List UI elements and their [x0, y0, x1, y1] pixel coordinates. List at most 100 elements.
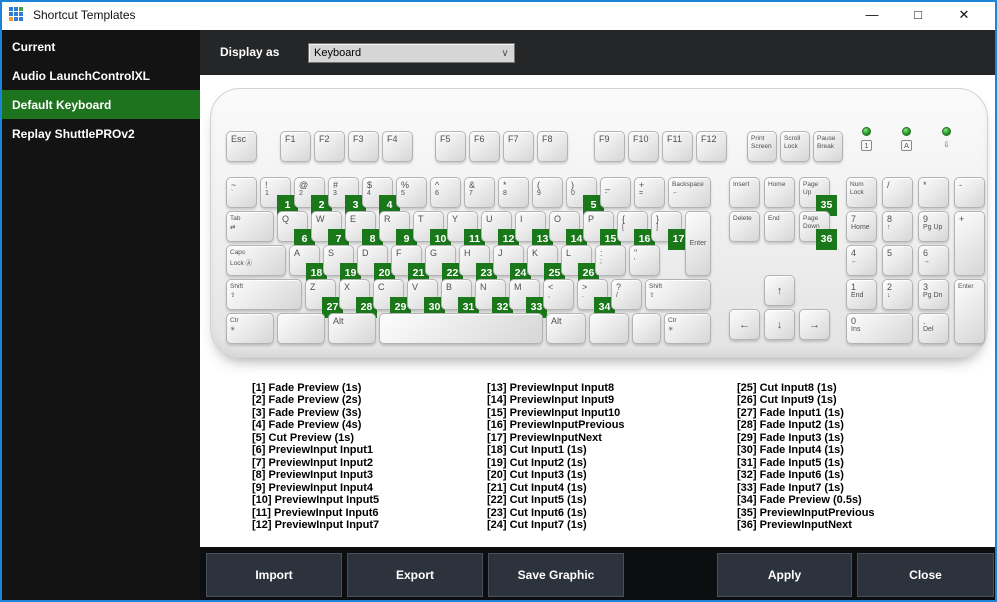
- key-win-right[interactable]: [589, 313, 629, 344]
- key-comma[interactable]: <,: [543, 279, 574, 310]
- key-u[interactable]: U 12: [481, 211, 519, 250]
- key-s[interactable]: S 19: [323, 245, 361, 284]
- key-slash[interactable]: ? /: [611, 279, 642, 310]
- key-e[interactable]: E8: [345, 211, 383, 250]
- key-o[interactable]: O 14: [549, 211, 587, 250]
- key-shift-left[interactable]: Shift ⇧: [226, 279, 302, 310]
- key-end[interactable]: End: [764, 211, 795, 242]
- close-button[interactable]: Close: [857, 553, 994, 597]
- maximize-button[interactable]: □: [895, 0, 941, 30]
- key-np-6[interactable]: 6 →: [918, 245, 949, 276]
- key-np-8[interactable]: 8 ↑: [882, 211, 913, 242]
- key-x[interactable]: X 28: [339, 279, 377, 318]
- key-semicolon[interactable]: :;: [595, 245, 626, 276]
- key-shift-right[interactable]: Shift ⇧: [645, 279, 711, 310]
- key-f8[interactable]: F8: [537, 131, 568, 162]
- close-button[interactable]: ✕: [941, 0, 987, 30]
- key-7[interactable]: & 7: [464, 177, 495, 208]
- key-v[interactable]: V 30: [407, 279, 445, 318]
- key-f5[interactable]: F5: [435, 131, 466, 162]
- key-y[interactable]: Y 11: [447, 211, 485, 250]
- key-np-2[interactable]: 2 ↓: [882, 279, 913, 310]
- key-backspace[interactable]: Backspace ←: [668, 177, 711, 208]
- key-r[interactable]: R9: [379, 211, 417, 250]
- key-num-lock[interactable]: Num Lock: [846, 177, 877, 208]
- key-space[interactable]: [379, 313, 543, 344]
- key-5[interactable]: % 5: [396, 177, 427, 208]
- key-4[interactable]: $4 4: [362, 177, 400, 216]
- key-scroll-lock[interactable]: Scroll Lock: [780, 131, 810, 162]
- export-button[interactable]: Export: [347, 553, 483, 597]
- sidebar-item-default-keyboard[interactable]: Default Keyboard: [0, 90, 200, 119]
- key-print-screen[interactable]: Print Screen: [747, 131, 777, 162]
- key-ctrl-right[interactable]: Ctr ✳: [664, 313, 711, 344]
- key-f11[interactable]: F11: [662, 131, 693, 162]
- key-tab[interactable]: Tab ⇄: [226, 211, 274, 242]
- import-button[interactable]: Import: [206, 553, 342, 597]
- key-k[interactable]: K 25: [527, 245, 565, 284]
- key-f4[interactable]: F4: [382, 131, 413, 162]
- key-2[interactable]: @2 2: [294, 177, 332, 216]
- key-8[interactable]: * 8: [498, 177, 529, 208]
- key-page-up[interactable]: Page Up 35: [799, 177, 837, 216]
- key-np-9[interactable]: 9 Pg Up: [918, 211, 949, 242]
- display-as-dropdown[interactable]: Keyboard ∨: [308, 43, 515, 63]
- key-esc[interactable]: Esc: [226, 131, 257, 162]
- key-n[interactable]: N 32: [475, 279, 513, 318]
- key-9[interactable]: (9: [532, 177, 563, 208]
- sidebar-item-current[interactable]: Current: [0, 32, 200, 61]
- key-f3[interactable]: F3: [348, 131, 379, 162]
- key-np-divide[interactable]: /: [882, 177, 913, 208]
- key-np-7[interactable]: 7 Home: [846, 211, 877, 242]
- key-h[interactable]: H 23: [459, 245, 497, 284]
- key-alt-right[interactable]: Alt: [546, 313, 586, 344]
- key-delete[interactable]: Delete: [729, 211, 760, 242]
- key-a[interactable]: A 18: [289, 245, 327, 284]
- key-f6[interactable]: F6: [469, 131, 500, 162]
- key-page-down[interactable]: Page Down 36: [799, 211, 837, 250]
- key-np-multiply[interactable]: *: [918, 177, 949, 208]
- key-g[interactable]: G 22: [425, 245, 463, 284]
- key-j[interactable]: J 24: [493, 245, 531, 284]
- key-f10[interactable]: F10: [628, 131, 659, 162]
- key-minus[interactable]: _ -: [600, 177, 631, 208]
- key-l[interactable]: L 26: [561, 245, 599, 284]
- key-q[interactable]: Q6: [277, 211, 315, 250]
- key-f9[interactable]: F9: [594, 131, 625, 162]
- key-m[interactable]: M 33: [509, 279, 547, 318]
- key-home[interactable]: Home: [764, 177, 795, 208]
- key-f7[interactable]: F7: [503, 131, 534, 162]
- key-period[interactable]: >. 34: [577, 279, 615, 318]
- key-pause-break[interactable]: Pause Break: [813, 131, 843, 162]
- key-np-0[interactable]: 0 Ins: [846, 313, 913, 344]
- key-arrow-right[interactable]: →: [799, 309, 830, 340]
- key-np-enter[interactable]: Enter: [954, 279, 985, 344]
- key-f[interactable]: F 21: [391, 245, 429, 284]
- key-w[interactable]: W7: [311, 211, 349, 250]
- key-arrow-left[interactable]: ←: [729, 309, 760, 340]
- key-6[interactable]: ^ 6: [430, 177, 461, 208]
- key-b[interactable]: B 31: [441, 279, 479, 318]
- key-arrow-down[interactable]: ↓: [764, 309, 795, 340]
- key-caps-lock[interactable]: Caps Lock Ⓐ: [226, 245, 286, 276]
- key-np-1[interactable]: 1 End: [846, 279, 877, 310]
- key-enter[interactable]: Enter: [685, 211, 711, 276]
- key-backquote[interactable]: ~ `: [226, 177, 257, 208]
- key-c[interactable]: C 29: [373, 279, 411, 318]
- key-equals[interactable]: + =: [634, 177, 665, 208]
- key-np-minus[interactable]: -: [954, 177, 985, 208]
- key-f1[interactable]: F1: [280, 131, 311, 162]
- key-np-3[interactable]: 3 Pg Dn: [918, 279, 949, 310]
- minimize-button[interactable]: —: [849, 0, 895, 30]
- key-z[interactable]: Z 27: [305, 279, 343, 318]
- key-f2[interactable]: F2: [314, 131, 345, 162]
- key-f12[interactable]: F12: [696, 131, 727, 162]
- key-3[interactable]: #3 3: [328, 177, 366, 216]
- key-np-plus[interactable]: +: [954, 211, 985, 276]
- key-menu[interactable]: [632, 313, 661, 344]
- key-p[interactable]: P 15: [583, 211, 621, 250]
- key-ctrl-left[interactable]: Ctr ✳: [226, 313, 274, 344]
- key-d[interactable]: D 20: [357, 245, 395, 284]
- key-t[interactable]: T 10: [413, 211, 451, 250]
- key-np-4[interactable]: 4 ←: [846, 245, 877, 276]
